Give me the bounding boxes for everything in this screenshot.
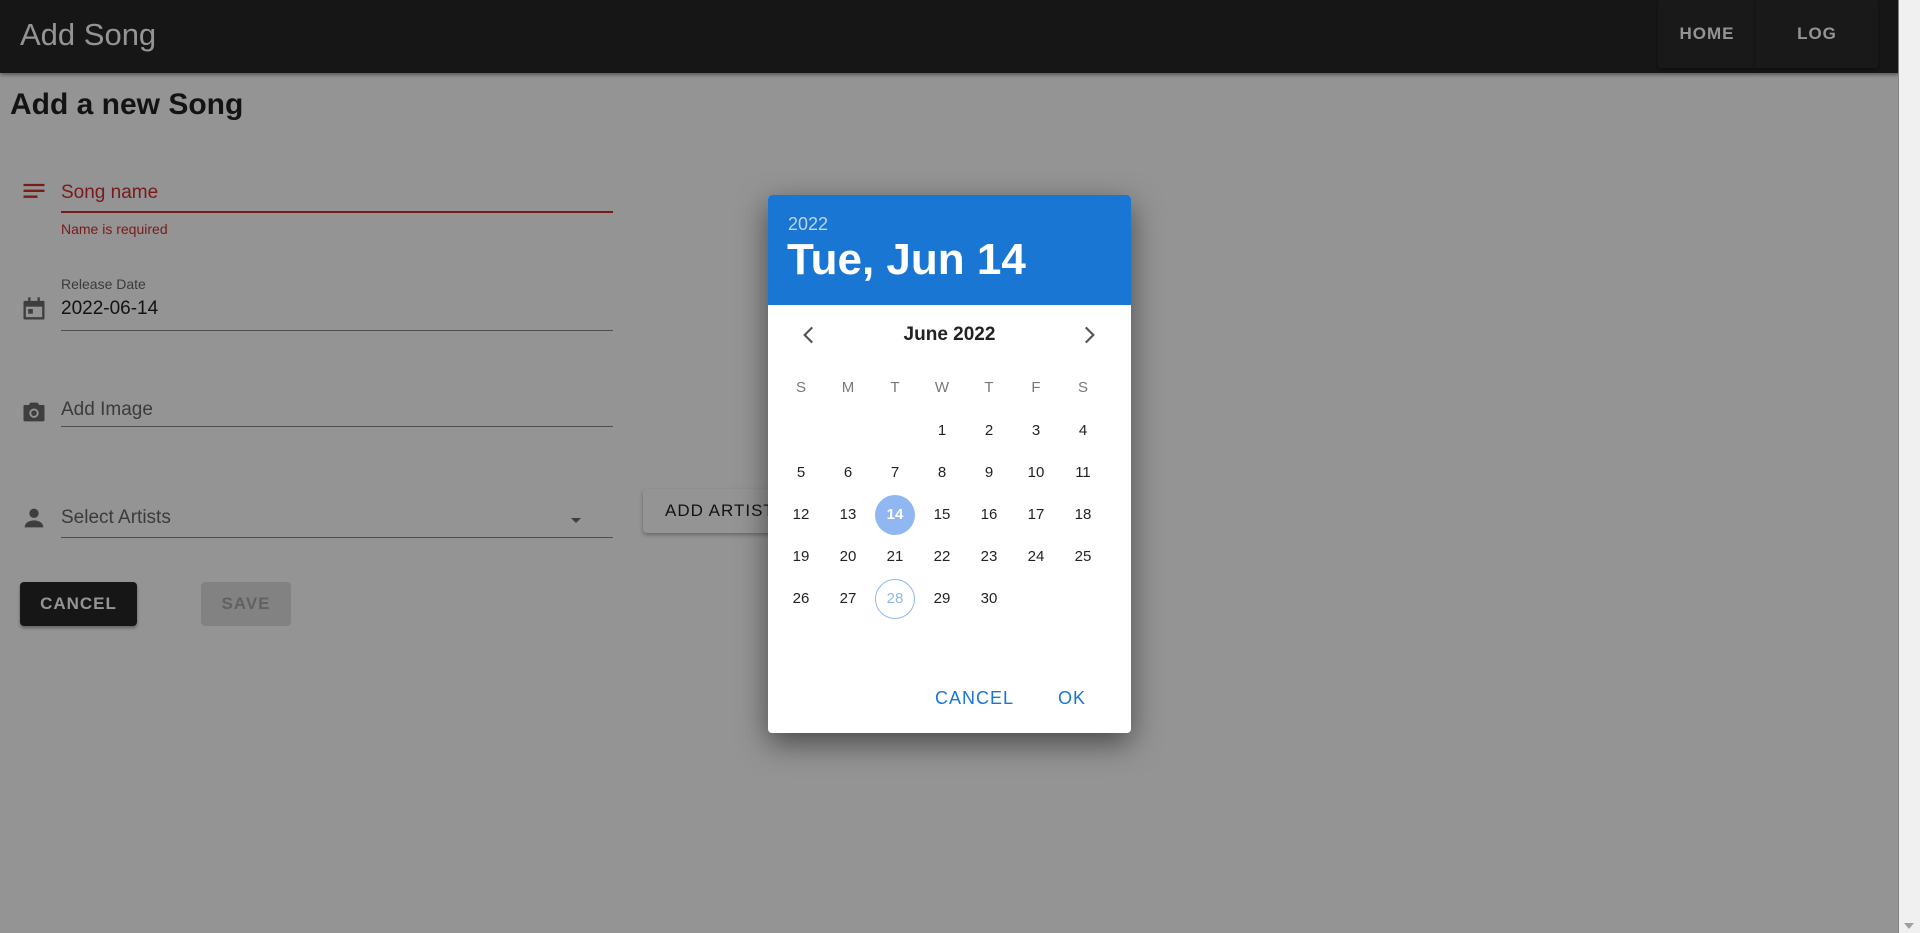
calendar-day[interactable]: 7 <box>875 453 915 493</box>
dialog-cancel-button[interactable]: CANCEL <box>935 688 1014 709</box>
weekday-label: W <box>934 379 950 396</box>
calendar-day[interactable]: 2 <box>969 411 1009 451</box>
calendar-day[interactable]: 29 <box>922 579 962 619</box>
scroll-down-icon[interactable] <box>1904 923 1914 929</box>
weekday-label: T <box>890 379 900 396</box>
calendar-day[interactable]: 27 <box>828 579 868 619</box>
calendar-day[interactable]: 12 <box>781 495 821 535</box>
calendar-day[interactable]: 13 <box>828 495 868 535</box>
weekday-label: S <box>1077 379 1088 396</box>
calendar-day[interactable]: 30 <box>969 579 1009 619</box>
calendar-day[interactable]: 17 <box>1016 495 1056 535</box>
calendar-day[interactable]: 25 <box>1063 537 1103 577</box>
weekday-label: M <box>841 379 855 396</box>
scrollbar[interactable] <box>1898 0 1920 933</box>
year-selector[interactable]: 2022 <box>788 214 828 235</box>
calendar-day[interactable]: 16 <box>969 495 1009 535</box>
calendar-day[interactable]: 1 <box>922 411 962 451</box>
calendar-day[interactable]: 10 <box>1016 453 1056 493</box>
calendar-day[interactable]: 26 <box>781 579 821 619</box>
calendar-day[interactable]: 23 <box>969 537 1009 577</box>
calendar-day[interactable]: 19 <box>781 537 821 577</box>
calendar-day[interactable]: 9 <box>969 453 1009 493</box>
weekday-label: F <box>1031 379 1041 396</box>
calendar-day[interactable]: 21 <box>875 537 915 577</box>
weekday-label: T <box>984 379 994 396</box>
calendar-day[interactable]: 11 <box>1063 453 1103 493</box>
calendar-day[interactable]: 3 <box>1016 411 1056 451</box>
date-picker-dialog: 2022 Tue, Jun 14 June 2022 SMTWTFS 12345… <box>768 195 1131 733</box>
calendar-day[interactable]: 6 <box>828 453 868 493</box>
calendar-day[interactable]: 15 <box>922 495 962 535</box>
calendar-day[interactable]: 14 <box>875 495 915 535</box>
calendar-day[interactable]: 22 <box>922 537 962 577</box>
calendar-day[interactable]: 24 <box>1016 537 1056 577</box>
dialog-ok-button[interactable]: OK <box>1058 688 1086 709</box>
calendar-day[interactable]: 18 <box>1063 495 1103 535</box>
selected-date-label: Tue, Jun 14 <box>787 235 1026 284</box>
calendar-day[interactable]: 4 <box>1063 411 1103 451</box>
calendar-day[interactable]: 20 <box>828 537 868 577</box>
weekday-label: S <box>795 379 806 396</box>
calendar-day[interactable]: 8 <box>922 453 962 493</box>
calendar-day[interactable]: 5 <box>781 453 821 493</box>
date-picker-header: 2022 Tue, Jun 14 <box>768 195 1131 305</box>
next-month-icon[interactable] <box>1076 322 1102 348</box>
calendar-day[interactable]: 28 <box>875 579 915 619</box>
